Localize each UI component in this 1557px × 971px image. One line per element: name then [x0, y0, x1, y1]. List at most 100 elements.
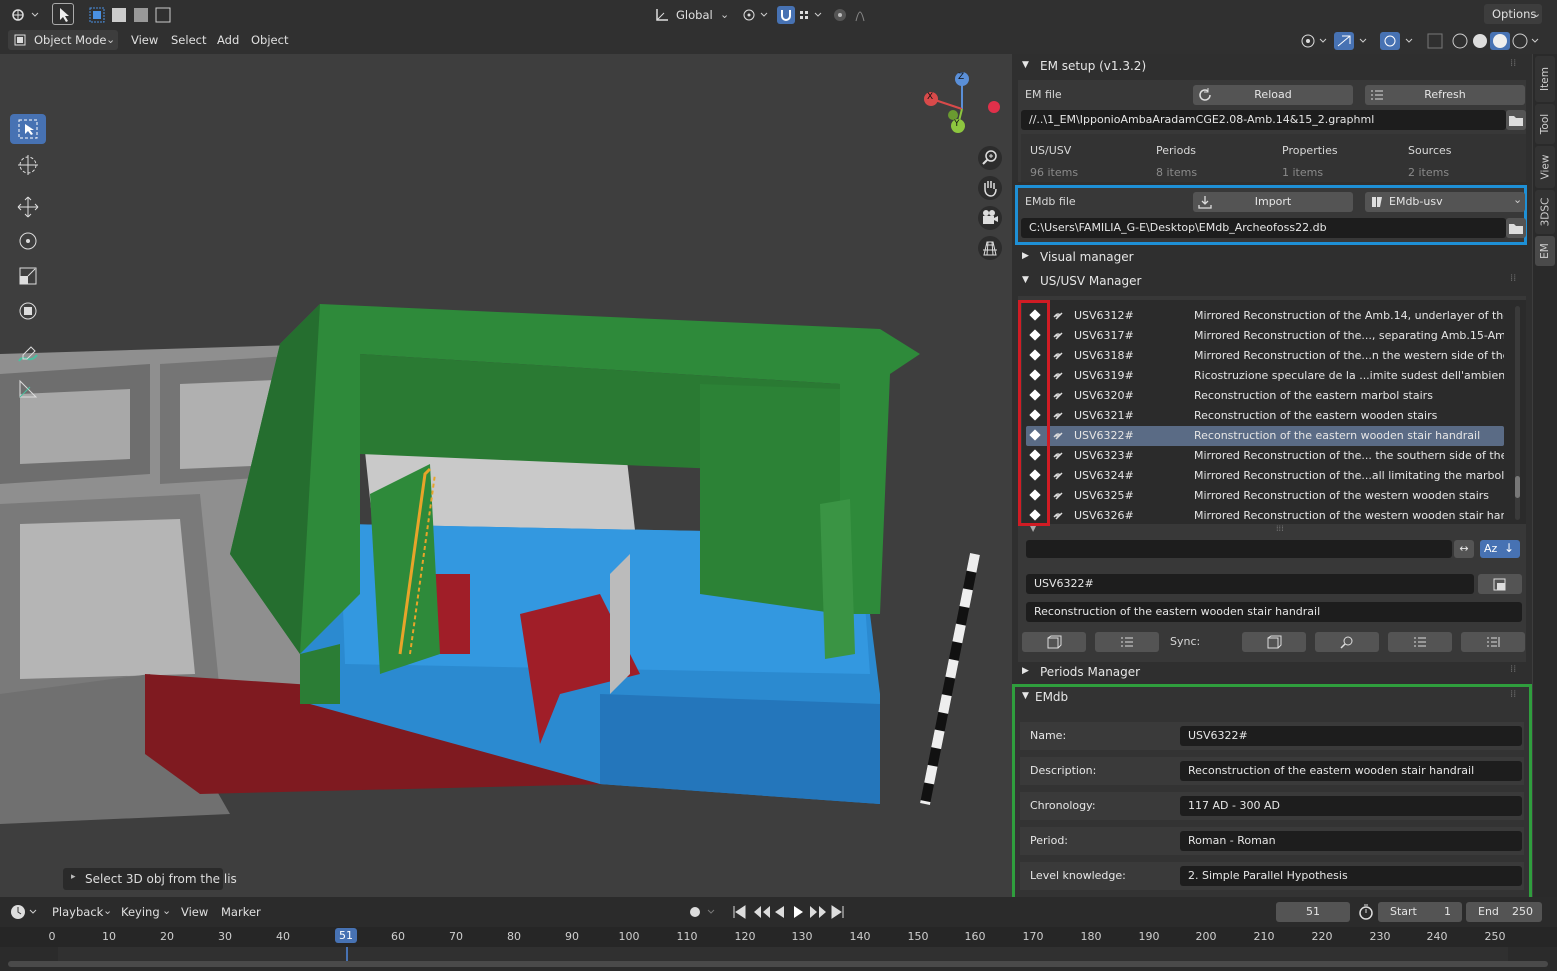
- select-list-row-button[interactable]: [1095, 632, 1159, 652]
- emdb-chronology-value[interactable]: 117 AD - 300 AD: [1180, 796, 1522, 816]
- em-setup-header[interactable]: ▼ EM setup (v1.3.2) ⁞⁞: [1018, 56, 1526, 78]
- timeline-scrollbar[interactable]: [8, 961, 1548, 967]
- emdb-description-value[interactable]: Reconstruction of the eastern wooden sta…: [1180, 761, 1522, 781]
- refresh-button[interactable]: Refresh: [1365, 85, 1525, 105]
- em-file-path-field[interactable]: //..\1_EM\IpponioAmbaAradamCGE2.08-Amb.1…: [1021, 110, 1506, 130]
- sync-view-button[interactable]: [1315, 632, 1379, 652]
- navigation-gizmo[interactable]: Z X Y: [920, 69, 1005, 154]
- us-list-row[interactable]: USV6321# Reconstruction of the eastern wo…: [1026, 406, 1504, 426]
- timeline-editor-type-button[interactable]: [8, 902, 40, 922]
- sort-alpha-button[interactable]: Az ↓: [1480, 540, 1520, 558]
- tab-tool[interactable]: Tool: [1535, 104, 1555, 144]
- tab-item[interactable]: Item: [1535, 56, 1555, 102]
- auto-keying-toggle[interactable]: [686, 902, 724, 922]
- sync-list-alt-button[interactable]: [1461, 632, 1525, 652]
- viewport-shading-group[interactable]: [1298, 30, 1544, 52]
- us-list-row[interactable]: USV6324# Mirrored Reconstruction of the..…: [1026, 466, 1504, 486]
- us-list-row[interactable]: USV6320# Reconstruction of the eastern ma…: [1026, 386, 1504, 406]
- us-manager-header[interactable]: ▼ US/USV Manager ⁞⁞: [1018, 271, 1526, 293]
- reload-button[interactable]: Reload: [1193, 85, 1353, 105]
- start-frame-field[interactable]: Start 1: [1378, 902, 1462, 922]
- link-icon: [1053, 312, 1063, 320]
- pan-button[interactable]: [978, 176, 1002, 200]
- emdb-browse-button[interactable]: [1506, 218, 1526, 238]
- drag-handle-icon[interactable]: ⁞⁞: [1510, 273, 1516, 284]
- selected-us-action-button[interactable]: [1478, 574, 1522, 594]
- tab-view[interactable]: View: [1535, 146, 1555, 188]
- editor-type-button[interactable]: [6, 5, 40, 25]
- scale-tool[interactable]: [10, 261, 46, 291]
- emdb-level-value[interactable]: 2. Simple Parallel Hypothesis: [1180, 866, 1522, 886]
- rotate-tool[interactable]: [10, 226, 46, 256]
- drag-handle-icon[interactable]: ⁞⁞: [1510, 689, 1516, 700]
- pivot-point-dropdown[interactable]: [738, 4, 770, 26]
- measure-tool[interactable]: [10, 374, 46, 404]
- tab-em[interactable]: EM: [1535, 236, 1555, 266]
- snap-magnet-icon: [777, 6, 822, 24]
- emdb-header[interactable]: ▼ EMdb ⁞⁞: [1018, 687, 1526, 709]
- emdb-type-dropdown[interactable]: EMdb-usv ⌄: [1365, 192, 1525, 212]
- tab-3dsc-label: 3DSC: [1539, 197, 1552, 227]
- selected-us-desc-field[interactable]: Reconstruction of the eastern wooden sta…: [1026, 602, 1522, 622]
- cursor-tool[interactable]: [10, 150, 46, 180]
- select-box-tool[interactable]: [10, 114, 46, 144]
- end-frame-field[interactable]: End 250: [1466, 902, 1542, 922]
- timeline-track-area[interactable]: [58, 947, 1508, 961]
- zoom-button[interactable]: [978, 146, 1002, 170]
- menu-add[interactable]: Add: [217, 33, 239, 47]
- selection-mode-group[interactable]: [88, 5, 184, 25]
- annotate-tool[interactable]: [10, 339, 46, 369]
- em-file-browse-button[interactable]: [1506, 110, 1526, 130]
- select-tool-button[interactable]: [52, 3, 74, 25]
- move-tool[interactable]: [10, 192, 46, 222]
- us-list-row[interactable]: USV6312# Mirrored Reconstruction of the A…: [1026, 306, 1504, 326]
- us-list-row[interactable]: USV6323# Mirrored Reconstruction of the..…: [1026, 446, 1504, 466]
- timeline-menu-marker[interactable]: Marker: [221, 905, 261, 919]
- proportional-edit-toggle[interactable]: [830, 4, 880, 26]
- select-object-button[interactable]: [1022, 632, 1086, 652]
- perspective-toggle-button[interactable]: [978, 236, 1002, 260]
- visual-manager-header[interactable]: ▶ Visual manager: [1018, 247, 1526, 269]
- playback-controls[interactable]: [730, 902, 848, 922]
- frame-tick: 40: [276, 930, 290, 943]
- transform-tool[interactable]: [10, 296, 46, 326]
- filter-expand-button[interactable]: ↔: [1454, 540, 1474, 558]
- emdb-name-value[interactable]: USV6322#: [1180, 726, 1522, 746]
- scrollbar-thumb[interactable]: [1515, 476, 1520, 498]
- menu-view[interactable]: View: [131, 33, 158, 47]
- us-list-row-selected[interactable]: USV6322# Reconstruction of the eastern wo…: [1026, 426, 1504, 446]
- mode-dropdown[interactable]: Object Mode ⌄: [8, 30, 118, 50]
- import-button[interactable]: Import: [1193, 192, 1353, 212]
- us-list-row[interactable]: USV6319# Ricostruzione speculare de la ..…: [1026, 366, 1504, 386]
- current-frame-field[interactable]: 51: [1276, 902, 1350, 922]
- camera-view-button[interactable]: [978, 206, 1002, 230]
- menu-object[interactable]: Object: [251, 33, 288, 47]
- timeline-menu-view[interactable]: View: [181, 905, 208, 919]
- emdb-period-value[interactable]: Roman - Roman: [1180, 831, 1522, 851]
- snap-toggle[interactable]: [776, 4, 826, 26]
- frame-tick: 60: [391, 930, 405, 943]
- preview-range-toggle[interactable]: [1356, 902, 1376, 922]
- options-dropdown[interactable]: Options ⌄: [1484, 4, 1542, 24]
- current-frame-marker[interactable]: 51: [335, 928, 357, 943]
- us-list-scrollbar[interactable]: [1515, 306, 1520, 520]
- us-list-row[interactable]: USV6318# Mirrored Reconstruction of the..…: [1026, 346, 1504, 366]
- orientation-dropdown[interactable]: Global ⌄: [652, 4, 732, 26]
- us-list-row[interactable]: USV6326# Mirrored Reconstruction of the w…: [1026, 506, 1504, 526]
- sync-object-button[interactable]: [1242, 632, 1306, 652]
- menu-select[interactable]: Select: [171, 33, 206, 47]
- emdb-path-field[interactable]: C:\Users\FAMILIA_G-E\Desktop\EMdb_Archeo…: [1021, 218, 1506, 238]
- us-filter-input[interactable]: [1026, 540, 1452, 558]
- periods-manager-header[interactable]: ▶ Periods Manager ⁞⁞: [1018, 662, 1526, 684]
- us-list-row[interactable]: USV6317# Mirrored Reconstruction of the..…: [1026, 326, 1504, 346]
- us-list-row[interactable]: USV6325# Mirrored Reconstruction of the w…: [1026, 486, 1504, 506]
- 3d-viewport[interactable]: Z X Y ▸ Select 3D obj from the lis: [0, 54, 1012, 897]
- drag-handle-icon[interactable]: ⁞⁞: [1510, 58, 1516, 69]
- sync-list-button[interactable]: [1388, 632, 1452, 652]
- tab-3dsc[interactable]: 3DSC: [1535, 190, 1555, 234]
- timeline-menu-playback[interactable]: Playback: [52, 905, 103, 919]
- timeline-menu-keying[interactable]: Keying: [121, 905, 160, 919]
- last-operator-panel[interactable]: ▸ Select 3D obj from the lis: [63, 868, 237, 890]
- selected-us-id-field[interactable]: USV6322#: [1026, 574, 1474, 594]
- drag-handle-icon[interactable]: ⁞⁞: [1510, 664, 1516, 675]
